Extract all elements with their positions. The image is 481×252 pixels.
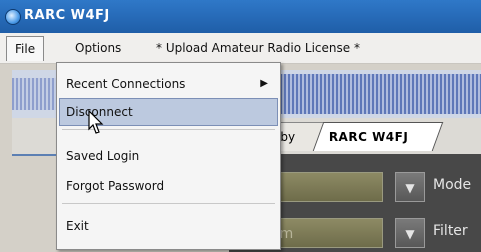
tab-rarc-w4fj-label: RARC W4FJ: [328, 130, 409, 144]
mode-label: Mode: [433, 177, 472, 193]
mouse-cursor-icon: [88, 110, 104, 134]
menu-upload-license[interactable]: * Upload Amateur Radio License *: [150, 38, 366, 58]
app-icon: [5, 9, 21, 25]
submenu-arrow-icon: ▶: [260, 78, 268, 89]
window-title: RARC W4FJ: [24, 8, 110, 23]
tab-rarc-w4fj[interactable]: RARC W4FJ: [312, 122, 444, 151]
menu-exit[interactable]: Exit: [66, 213, 276, 239]
menu-recent-connections[interactable]: Recent Connections ▶: [66, 71, 276, 97]
mode-dropdown-button[interactable]: ▼: [395, 172, 425, 202]
menu-separator: [62, 203, 275, 204]
forgot-password-label: Forgot Password: [66, 179, 165, 193]
filter-label: Filter: [433, 223, 468, 239]
menu-bar: File Options * Upload Amateur Radio Lice…: [0, 33, 481, 64]
exit-label: Exit: [66, 219, 89, 233]
filter-dropdown-button[interactable]: ▼: [395, 218, 425, 248]
file-menu-dropdown: Recent Connections ▶ Disconnect Saved Lo…: [56, 62, 281, 250]
waterfall-signal-strong: [272, 74, 481, 114]
menu-file[interactable]: File: [6, 36, 45, 61]
menu-saved-login[interactable]: Saved Login: [66, 143, 276, 169]
menu-options[interactable]: Options: [69, 38, 127, 58]
recent-connections-label: Recent Connections: [66, 77, 186, 91]
saved-login-label: Saved Login: [66, 149, 140, 163]
title-bar: RARC W4FJ: [0, 0, 481, 33]
menu-forgot-password[interactable]: Forgot Password: [66, 173, 276, 199]
